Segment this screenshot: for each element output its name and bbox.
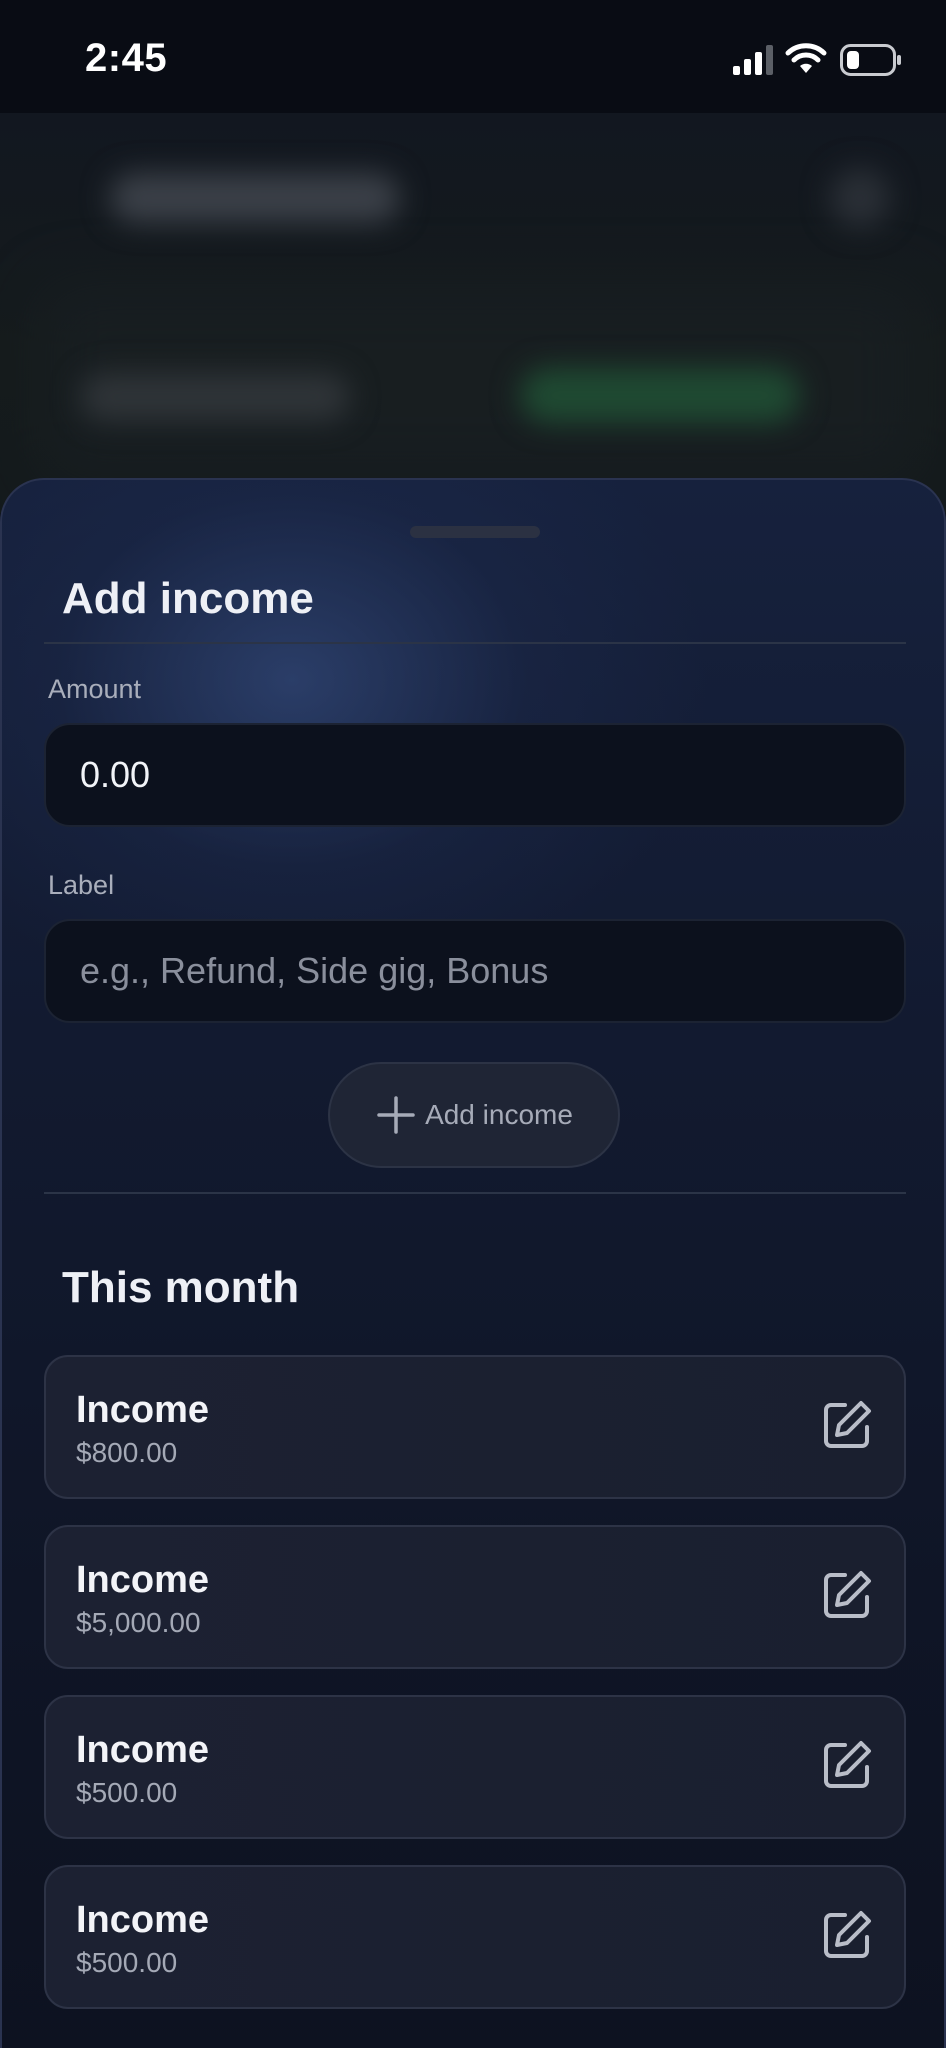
label-input[interactable] [44,919,906,1023]
edit-income-button[interactable] [817,1565,877,1625]
background-icon-blur [830,168,890,228]
blurred-background [0,113,946,513]
amount-label: Amount [48,674,142,704]
screen: 2:45 Add income Amount La [0,0,946,2048]
amount-input[interactable] [44,723,906,827]
edit-icon [824,1571,871,1618]
add-income-sheet: Add income Amount Label Add income This … [0,478,946,2048]
add-income-button-label: Add income [425,1099,573,1130]
edit-icon [824,1741,871,1788]
edit-income-button[interactable] [817,1395,877,1455]
edit-income-button[interactable] [817,1735,877,1795]
background-value-blur [520,368,800,423]
income-item-amount: $5,000.00 [76,1607,201,1638]
add-income-button[interactable]: Add income [328,1062,620,1168]
plus-icon [377,1096,415,1134]
income-item-name: Income [76,1899,210,1941]
edit-icon [824,1401,871,1448]
income-item: Income $500.00 [44,1865,906,2009]
income-list: Income $800.00 Income $5,000.00 Income $… [44,1355,906,2035]
wifi-icon [785,43,827,73]
battery-icon [840,44,901,76]
label-field-label: Label [48,870,115,900]
divider [44,642,906,644]
income-item-name: Income [76,1389,210,1431]
status-bar: 2:45 [0,0,946,113]
this-month-title: This month [62,1263,300,1312]
income-item-amount: $500.00 [76,1947,178,1978]
drag-handle[interactable] [410,526,540,538]
edit-icon [824,1911,871,1958]
sheet-title: Add income [62,574,314,623]
income-item-name: Income [76,1729,210,1771]
signal-icon [733,45,773,75]
income-item: Income $800.00 [44,1355,906,1499]
divider [44,1192,906,1194]
income-item: Income $5,000.00 [44,1525,906,1669]
income-item-amount: $500.00 [76,1777,178,1808]
background-title-blur [110,173,400,223]
edit-income-button[interactable] [817,1905,877,1965]
status-time: 2:45 [85,36,168,80]
income-item-amount: $800.00 [76,1437,178,1468]
background-text-blur [80,373,350,421]
income-item: Income $500.00 [44,1695,906,1839]
income-item-name: Income [76,1559,210,1601]
